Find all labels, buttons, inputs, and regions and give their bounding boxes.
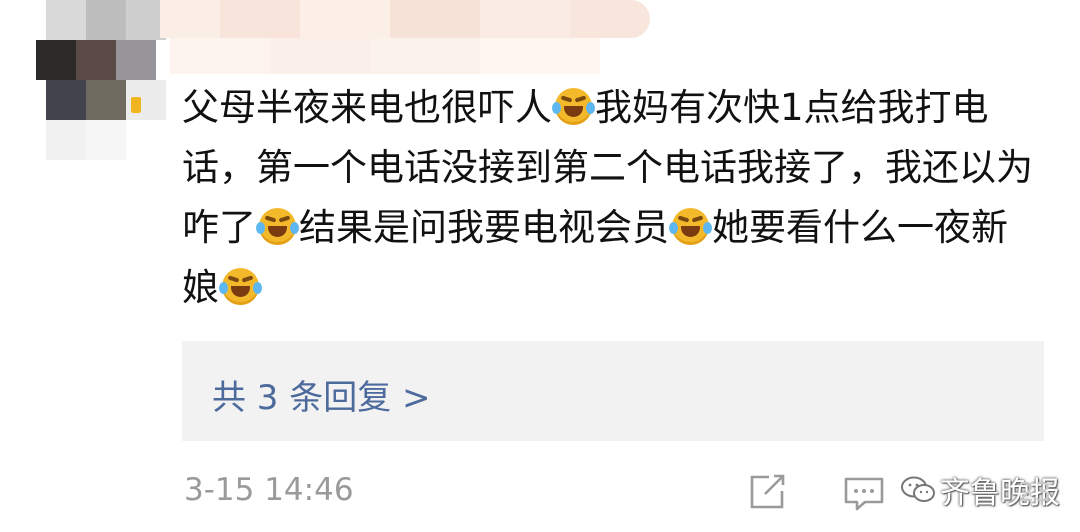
blur-pixel xyxy=(170,38,270,74)
username-blurred[interactable] xyxy=(150,0,660,74)
view-replies-link[interactable]: 共 3 条回复 > xyxy=(212,370,431,419)
comment-text: 父母半夜来电也很吓人 我妈有次快1点给我打电话，第一个电话没接到第二个电话我接了，… xyxy=(182,78,1042,318)
like-count: 23 xyxy=(1018,478,1052,508)
blur-pixel xyxy=(570,0,650,38)
blur-pixel xyxy=(300,0,390,38)
laugh-cry-emoji xyxy=(256,208,299,245)
comment-text-segment: 结果是问我要电视会员 xyxy=(299,206,669,249)
laugh-cry-emoji xyxy=(669,208,712,245)
blur-pixel xyxy=(480,38,600,74)
avatar-pixel xyxy=(36,40,76,80)
laugh-cry-emoji xyxy=(552,88,595,125)
blur-pixel xyxy=(370,38,480,74)
blur-pixel xyxy=(270,38,370,74)
avatar-pixel xyxy=(46,120,86,160)
share-icon[interactable] xyxy=(747,474,787,510)
replies-panel[interactable]: 共 3 条回复 > xyxy=(182,341,1044,441)
comment-timestamp: 3-15 14:46 xyxy=(184,472,354,508)
avatar-pixel xyxy=(46,80,86,120)
avatar-pixel xyxy=(76,40,116,80)
avatar-pixel xyxy=(86,80,126,120)
avatar-pixel xyxy=(46,0,86,40)
blur-pixel xyxy=(160,0,220,38)
avatar-pixel xyxy=(86,0,126,40)
blur-pixel xyxy=(220,0,300,38)
verified-badge-icon xyxy=(131,97,141,113)
comment-icon[interactable] xyxy=(843,476,885,512)
avatar-pixel xyxy=(86,120,126,160)
blur-pixel xyxy=(390,0,480,38)
wechat-icon xyxy=(901,476,935,502)
laugh-cry-emoji xyxy=(219,268,262,305)
blur-pixel xyxy=(480,0,570,38)
comment-text-segment: 父母半夜来电也很吓人 xyxy=(182,86,552,129)
